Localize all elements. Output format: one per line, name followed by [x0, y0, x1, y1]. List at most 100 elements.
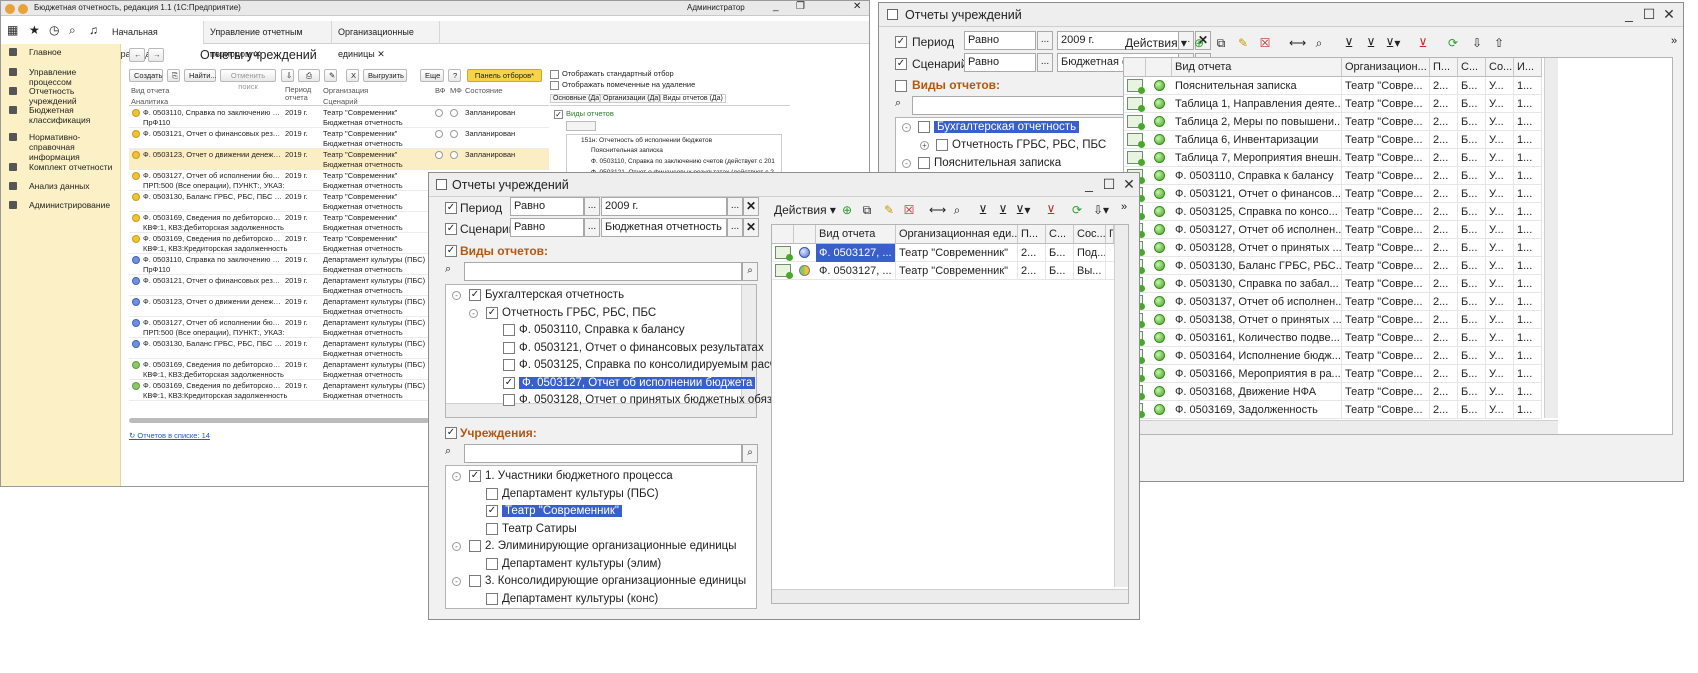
table-row[interactable]: Ф. 0503166, Мероприятия в ра... Театр "Со…	[1124, 365, 1542, 383]
filter-icon[interactable]: ⊻	[975, 202, 991, 218]
tree-item[interactable]: 1. Участники бюджетного процесса	[485, 468, 673, 485]
tree-item[interactable]: Ф. 0503125, Справка по консолидируемым р…	[519, 357, 776, 374]
types-checkbox[interactable]: ✓	[445, 245, 457, 257]
filter-tree-toolbar[interactable]	[566, 121, 596, 131]
print-icon[interactable]: ⎙	[298, 69, 320, 82]
table-row[interactable]: Ф. 0503161, Количество подве... Театр "Со…	[1124, 329, 1542, 347]
tree-checkbox[interactable]: ✓	[503, 376, 515, 389]
tree-checkbox[interactable]	[918, 121, 930, 133]
table-row[interactable]: Таблица 6, Инвентаризации Театр "Совре...…	[1124, 131, 1542, 149]
col-p[interactable]: П...	[1430, 58, 1458, 77]
menu-icon[interactable]	[18, 4, 28, 14]
tree-item-grbs[interactable]: Отчетность ГРБС, РБС, ПБС	[952, 137, 1106, 154]
scenario-compare-field[interactable]: Равно	[510, 218, 584, 237]
col-p[interactable]: П...	[1018, 225, 1046, 244]
excel-icon[interactable]: X	[346, 69, 359, 82]
period-checkbox[interactable]: ✓	[895, 36, 907, 48]
tree-item[interactable]: Бухгалтерская отчетность	[485, 287, 624, 304]
cancel-search-button[interactable]: Отменить поиск	[220, 69, 276, 91]
copy-icon[interactable]: ⎘	[167, 69, 180, 82]
refresh-icon[interactable]: ⟳	[1445, 35, 1461, 51]
help-button[interactable]: ?	[448, 69, 461, 82]
scenario-value-field[interactable]: Бюджетная отчетность	[601, 218, 727, 237]
tree-item[interactable]: Ф. 0503121, Отчет о финансовых результат…	[519, 340, 764, 357]
col-vid[interactable]: Вид отчета	[1172, 58, 1342, 77]
table-row[interactable]: Ф. 0503137, Отчет об исполнен... Театр "С…	[1124, 293, 1542, 311]
tree-checkbox[interactable]: ✓	[469, 470, 481, 482]
period-compare-select-button[interactable]: ...	[584, 197, 600, 216]
actions-menu[interactable]: Действия ▾	[1125, 36, 1187, 50]
filter-tree-item[interactable]: 151н: Отчетность об исполнении бюджетов	[581, 137, 781, 144]
minimize-icon[interactable]: _	[773, 1, 787, 12]
col-analitika[interactable]: Аналитика	[131, 97, 168, 107]
col-state[interactable]: Состояние	[465, 86, 502, 96]
std-filter-checkbox[interactable]	[550, 70, 559, 79]
col-c[interactable]: Сос...	[1074, 225, 1106, 244]
restore-icon[interactable]: ❐	[796, 1, 810, 12]
delete-icon[interactable]: ☒	[901, 202, 917, 218]
table-row[interactable]: Ф. 0503127, ... Театр "Современник" 2... Б.…	[772, 244, 1114, 262]
deleted-filter-checkbox[interactable]	[550, 81, 559, 90]
table-row[interactable]: Ф. 0503110, Справка к балансу Театр "Совр…	[1124, 167, 1542, 185]
filter-value-icon[interactable]: ⊻	[995, 202, 1011, 218]
table-row[interactable]: Ф. 0503130, Справка по забал... Театр "Со…	[1124, 275, 1542, 293]
period-value-field[interactable]: 2009 г.	[601, 197, 727, 216]
tree-checkbox[interactable]: ✓	[469, 289, 481, 301]
expand-icon[interactable]: +	[920, 141, 929, 150]
import-icon[interactable]: ⇩	[281, 69, 294, 82]
mf-radio[interactable]	[450, 130, 458, 138]
col-org[interactable]: Организация	[323, 86, 368, 96]
filter-tab-orgs[interactable]: Организации (Да)	[600, 94, 664, 103]
institutions-search-button[interactable]: ⌕	[742, 444, 758, 463]
tree-checkbox[interactable]: ✓	[486, 306, 498, 319]
table-row[interactable]: Ф. 0503123, Отчет о движении денежных ср…	[129, 149, 549, 170]
import-icon[interactable]: ⇩	[1469, 35, 1485, 51]
col-g[interactable]: Г	[1106, 225, 1114, 244]
mf-radio[interactable]	[450, 151, 458, 159]
table-row[interactable]: Ф. 0503121, Отчет о финансов... Театр "Со…	[1124, 185, 1542, 203]
vf-radio[interactable]	[435, 130, 443, 138]
hierarchy-icon[interactable]: ⟷	[1289, 35, 1306, 51]
table-row[interactable]: Ф. 0503130, Баланс ГРБС, РБС... Театр "Со…	[1124, 257, 1542, 275]
col-period[interactable]: Период отчета	[285, 86, 315, 102]
tree-checkbox[interactable]	[486, 557, 498, 570]
table-row[interactable]: Ф. 0503121, Отчет о финансовых результат…	[129, 128, 549, 149]
star-icon[interactable]: ★	[29, 23, 40, 37]
close-icon[interactable]: ✕	[1659, 3, 1679, 27]
vf-radio[interactable]	[435, 151, 443, 159]
tree-item-note[interactable]: Пояснительная записка	[934, 155, 1061, 172]
tree-checkbox[interactable]	[486, 592, 498, 605]
table-row[interactable]: Ф. 0503128, Отчет о принятых ... Театр "С…	[1124, 239, 1542, 257]
types-search-button[interactable]: ⌕	[742, 262, 758, 281]
create-button[interactable]: Создать	[129, 69, 163, 82]
col-vf[interactable]: ВФ	[435, 86, 445, 96]
tree-item-accounting[interactable]: Бухгалтерская отчетность	[934, 119, 1080, 136]
app-logo-icon[interactable]	[5, 4, 15, 14]
filter-panel-button[interactable]: Панель отборов*	[467, 69, 542, 82]
count-link[interactable]: ↻ Отчетов в списке: 14	[129, 431, 210, 440]
w3-h-scrollbar[interactable]	[772, 589, 1128, 603]
filter-tab-main[interactable]: Основные (Да)	[550, 94, 605, 103]
tree-checkbox[interactable]	[469, 575, 481, 587]
tree-item[interactable]: Ф. 0503128, Отчет о принятых бюджетных о…	[519, 392, 779, 409]
types-checkbox[interactable]	[895, 80, 907, 92]
more-button[interactable]: Еще	[420, 69, 444, 82]
col-s[interactable]: С...	[1458, 58, 1486, 77]
tree-checkbox[interactable]	[918, 157, 930, 169]
clear-filter-icon[interactable]: ⊻	[1043, 202, 1059, 218]
tree-item[interactable]: Ф. 0503110, Справка к балансу	[519, 322, 685, 339]
table-row[interactable]: Таблица 2, Меры по повышени... Театр "Сов…	[1124, 113, 1542, 131]
collapse-icon[interactable]: -	[469, 308, 478, 318]
back-button[interactable]: ←	[129, 48, 145, 62]
w3-v-scrollbar[interactable]	[1114, 225, 1128, 587]
period-compare-field[interactable]: Равно	[510, 197, 584, 216]
col-state-icon[interactable]	[1146, 58, 1172, 77]
refresh-icon[interactable]: ⟳	[1069, 202, 1085, 218]
scenario-compare-select-button[interactable]: ...	[1037, 53, 1053, 72]
collapse-icon[interactable]: -	[902, 159, 911, 168]
tree-item[interactable]: 2. Элиминирующие организационные единицы	[485, 538, 736, 555]
tree-item[interactable]: Ф. 0503127, Отчет об исполнении бюджета	[519, 375, 756, 392]
col-s[interactable]: С...	[1046, 225, 1074, 244]
minimize-icon[interactable]: _	[1619, 3, 1639, 27]
add-icon[interactable]: ⊕	[1191, 35, 1207, 51]
